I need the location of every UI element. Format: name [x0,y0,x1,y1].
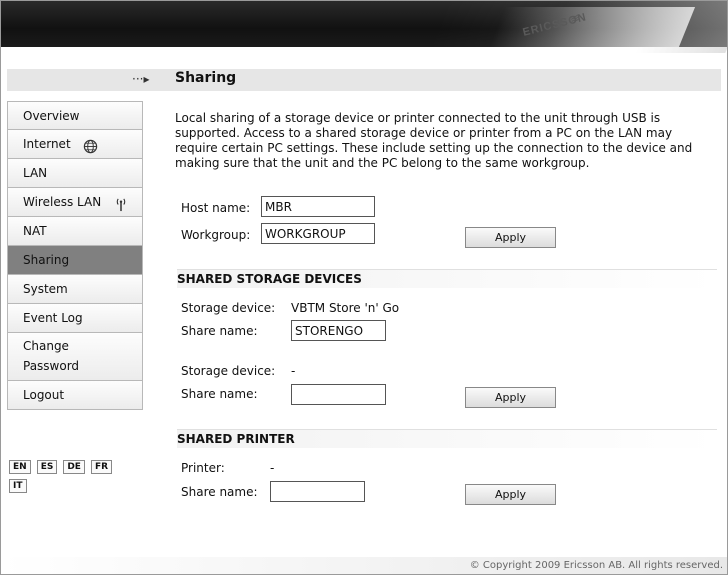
breadcrumb-arrow-icon: ···▸ [132,72,150,86]
language-de-link[interactable]: DE [63,460,85,474]
share-name-1-input[interactable] [291,320,386,341]
sidebar-item-label: Logout [23,388,65,402]
sidebar-item-logout[interactable]: Logout [7,381,143,410]
host-name-input[interactable] [261,196,375,217]
language-it-link[interactable]: IT [9,479,27,493]
language-es-link[interactable]: ES [36,460,58,474]
sidebar-item-wireless-lan[interactable]: Wireless LAN [7,188,143,217]
language-selector: EN ES DE FR IT [9,460,118,493]
sidebar-item-internet[interactable]: Internet [7,130,143,159]
main-content: Local sharing of a storage device or pri… [175,111,715,171]
sidebar-item-label: Overview [23,109,80,123]
sidebar-item-label: Sharing [23,253,70,267]
language-fr-link[interactable]: FR [90,460,113,474]
title-bar: ···▸ Sharing [7,69,721,91]
host-name-label: Host name: [181,201,251,215]
sidebar-item-label: Change Password [23,339,80,373]
apply-storage-button[interactable]: Apply [465,387,556,408]
shared-printer-heading: SHARED PRINTER [177,429,717,448]
shared-storage-heading: SHARED STORAGE DEVICES [177,269,717,288]
sidebar-item-nat[interactable]: NAT [7,217,143,246]
printer-share-name-input[interactable] [270,481,365,502]
language-en-link[interactable]: EN [9,460,31,474]
share-name-1-label: Share name: [181,324,258,338]
printer-share-name-label: Share name: [181,485,258,499]
copyright-text: © Copyright 2009 Ericsson AB. All rights… [469,560,723,571]
storage-device-2-value: - [291,364,296,378]
storage-device-2-label: Storage device: [181,364,276,378]
sidebar-item-label: NAT [23,224,47,238]
sidebar-item-overview[interactable]: Overview [7,101,143,130]
sidebar-item-sharing[interactable]: Sharing [7,246,143,275]
workgroup-input[interactable] [261,223,375,244]
banner-highlight-decoration [488,7,696,47]
storage-device-1-label: Storage device: [181,301,276,315]
sidebar-nav: Overview Internet LAN Wireless LAN NAT S… [7,101,143,410]
workgroup-label: Workgroup: [181,228,251,242]
sidebar-item-event-log[interactable]: Event Log [7,304,143,333]
sidebar-item-label: Wireless LAN [23,195,102,209]
page-title: Sharing [175,70,237,86]
share-name-2-label: Share name: [181,387,258,401]
header-banner: ERICSSON ≋ [1,1,727,53]
storage-device-1-value: VBTM Store 'n' Go [291,301,400,315]
sidebar-item-label: LAN [23,166,48,180]
sidebar-item-label: Internet [23,137,71,151]
sidebar-item-lan[interactable]: LAN [7,159,143,188]
footer: © Copyright 2009 Ericsson AB. All rights… [1,557,727,574]
sidebar-item-label: System [23,282,68,296]
sidebar-item-change-password[interactable]: Change Password [7,333,143,381]
share-name-2-input[interactable] [291,384,386,405]
sidebar-item-label: Event Log [23,311,83,325]
intro-text: Local sharing of a storage device or pri… [175,111,693,170]
apply-general-button[interactable]: Apply [465,227,556,248]
apply-printer-button[interactable]: Apply [465,484,556,505]
router-admin-window: ERICSSON ≋ ···▸ Sharing Overview Interne… [0,0,728,575]
sidebar-item-system[interactable]: System [7,275,143,304]
printer-value: - [270,461,275,475]
printer-label: Printer: [181,461,225,475]
